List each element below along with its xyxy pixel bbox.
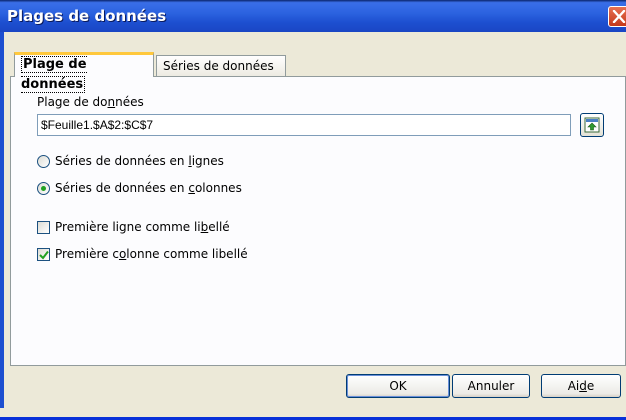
close-icon [612,10,626,23]
checkbox-first-row-label[interactable]: Première ligne comme libellé [37,219,230,235]
checkbox[interactable] [37,220,50,234]
checkbox-first-column-label[interactable]: Première colonne comme libellé [37,246,248,262]
title-bar[interactable]: Plages de données [0,0,626,32]
shrink-button[interactable] [580,113,604,137]
checkbox-label: Première colonne comme libellé [55,247,248,261]
checkbox-label: Première ligne comme libellé [55,220,230,234]
help-button[interactable]: Aide [541,374,621,398]
tab-label: Séries de données [163,59,274,73]
close-button[interactable] [608,6,626,27]
radio-label: Séries de données en colonnes [55,181,242,195]
window-left-border [0,32,4,408]
ok-button[interactable]: OK [346,374,450,398]
range-label: Plage de données [37,95,144,109]
tab-plage-de-donnees[interactable]: Plage de données [14,52,154,93]
checkmark-icon [39,250,49,260]
cancel-button[interactable]: Annuler [452,374,530,398]
data-range-input[interactable] [37,114,571,136]
radio-button[interactable] [37,154,50,168]
radio-button-selected[interactable] [37,181,50,195]
checkbox-checked[interactable] [37,247,50,261]
radio-series-columns[interactable]: Séries de données en colonnes [37,180,242,196]
window-title: Plages de données [7,7,167,25]
radio-label: Séries de données en lignes [55,154,224,168]
tab-series-de-donnees[interactable]: Séries de données [156,55,286,77]
tab-label: Plage de données [21,56,87,93]
shrink-icon [584,117,600,133]
radio-series-rows[interactable]: Séries de données en lignes [37,153,224,169]
